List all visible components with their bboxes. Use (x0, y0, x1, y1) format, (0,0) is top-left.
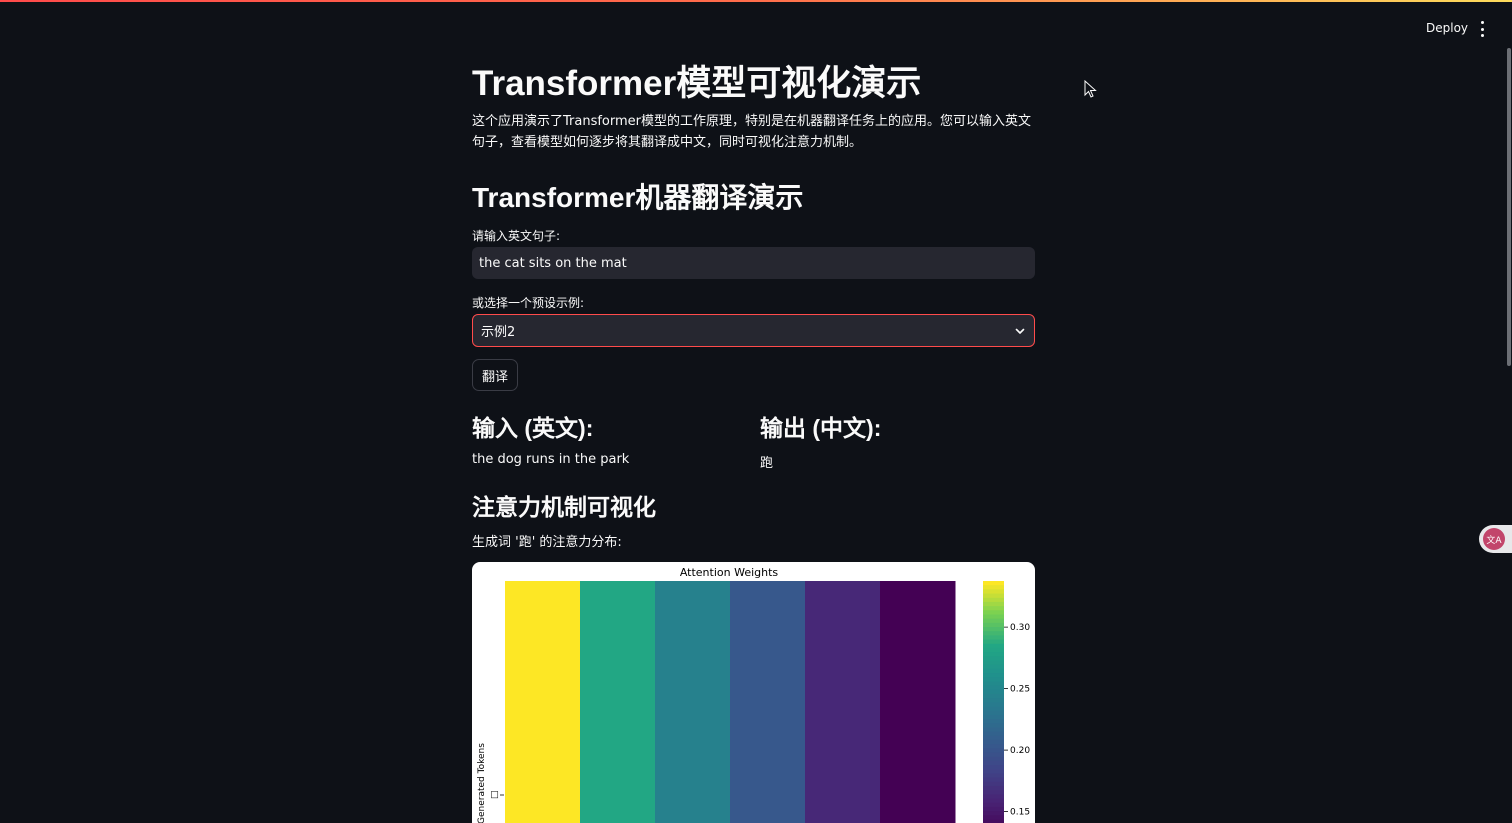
colorbar-segment (983, 660, 1004, 666)
colorbar-segment (983, 781, 1004, 787)
colorbar-segment (983, 606, 1004, 611)
colorbar-segment (983, 601, 1004, 607)
attention-caption: 生成词 '跑' 的注意力分布: (472, 535, 622, 550)
colorbar-tick-label: 0.30 (1010, 623, 1030, 633)
colorbar-segment (983, 627, 1004, 632)
output-heading: 输出 (中文): (760, 415, 882, 441)
colorbar-segment (983, 744, 1004, 749)
colorbar-segment (983, 585, 1004, 590)
colorbar-segment (983, 643, 1004, 649)
colorbar-segment (983, 760, 1004, 766)
colorbar-tick-label: 0.20 (1010, 746, 1030, 756)
app-header: Deploy (0, 0, 1512, 58)
colorbar-segment (983, 593, 1004, 599)
chart-title: Attention Weights (680, 566, 779, 579)
heatmap-cell (730, 581, 806, 823)
colorbar-segment (983, 727, 1004, 733)
mouse-cursor-icon (1084, 80, 1097, 98)
heatmap-cell (805, 581, 881, 823)
translate-button[interactable]: 翻译 (472, 359, 518, 391)
colorbar-segment (983, 735, 1004, 741)
colorbar-segment (983, 798, 1004, 804)
colorbar-segment (983, 698, 1004, 703)
colorbar-segment (983, 622, 1004, 628)
colorbar-segment (983, 748, 1004, 754)
heatmap-cell (505, 581, 581, 823)
output-sentence-text: 跑 (760, 456, 774, 471)
deploy-button[interactable]: Deploy (1418, 19, 1476, 37)
colorbar-segment (983, 668, 1004, 674)
input-sentence-text: the dog runs in the park (472, 452, 630, 467)
attention-heading: 注意力机制可视化 (472, 494, 656, 520)
colorbar-segment (983, 656, 1004, 662)
colorbar-segment (983, 702, 1004, 708)
colorbar-segment (983, 794, 1004, 800)
colorbar-segment (983, 681, 1004, 687)
colorbar-segment (983, 714, 1004, 720)
select-value: 示例2 (481, 325, 516, 340)
colorbar-segment (983, 811, 1004, 816)
scrollbar[interactable] (1506, 48, 1512, 823)
colorbar-segment (983, 815, 1004, 821)
colorbar-segment (983, 664, 1004, 670)
section-title: Transformer机器翻译演示 (472, 182, 804, 213)
sentence-input[interactable]: the cat sits on the mat (472, 247, 1035, 279)
colorbar-segment (983, 785, 1004, 791)
heatmap-cell (655, 581, 731, 823)
colorbar-segment (983, 610, 1004, 616)
colorbar-segment (983, 739, 1004, 745)
colorbar-segment (983, 673, 1004, 678)
scrollbar-thumb[interactable] (1507, 48, 1511, 366)
colorbar-segment (983, 752, 1004, 758)
colorbar-segment (983, 777, 1004, 783)
example-select[interactable]: 示例2 (472, 314, 1035, 347)
colorbar-segment (983, 589, 1004, 595)
colorbar-segment (983, 639, 1004, 645)
colorbar-segment (983, 710, 1004, 716)
colorbar-segment (983, 689, 1004, 695)
page-title: Transformer模型可视化演示 (472, 64, 922, 103)
colorbar-segment (983, 618, 1004, 624)
select-label: 或选择一个预设示例: (472, 296, 585, 310)
chart-y-axis-label: Generated Tokens (477, 743, 487, 823)
colorbar-segment (983, 773, 1004, 779)
heatmap-cell (880, 581, 956, 823)
colorbar-segment (983, 765, 1004, 770)
attention-heatmap-svg: Attention Weights 0.30 0.25 0.20 0.15 Gener… (477, 566, 1030, 823)
intro-text: 这个应用演示了Transformer模型的工作原理，特别是在机器翻译任务上的应用… (472, 114, 1032, 150)
colorbar-segment (983, 802, 1004, 808)
colorbar-segment (983, 581, 1004, 586)
colorbar-segment (983, 614, 1004, 620)
colorbar-segment (983, 652, 1004, 657)
colorbar-segment (983, 806, 1004, 812)
heatmap-cell (580, 581, 656, 823)
colorbar-segment (983, 706, 1004, 712)
attention-chart: Attention Weights 0.30 0.25 0.20 0.15 Gener… (472, 562, 1035, 823)
colorbar-segment (983, 723, 1004, 729)
colorbar-segment (983, 693, 1004, 699)
colorbar-segment (983, 769, 1004, 775)
colorbar-segment (983, 631, 1004, 636)
chart-y-tick-label: □ (490, 790, 500, 799)
colorbar-tick-label: 0.25 (1010, 685, 1030, 695)
colorbar-segment (983, 647, 1004, 653)
colorbar-segment (983, 685, 1004, 691)
colorbar-segment (983, 731, 1004, 737)
chevron-down-icon (1015, 328, 1025, 334)
colorbar-segment (983, 635, 1004, 641)
colorbar-tick-label: 0.15 (1010, 808, 1030, 818)
colorbar-segment (983, 756, 1004, 762)
input-label: 请输入英文句子: (472, 229, 561, 243)
colorbar-segment (983, 597, 1004, 603)
kebab-menu-icon[interactable] (1478, 21, 1486, 37)
colorbar-segment (983, 790, 1004, 795)
colorbar-segment (983, 677, 1004, 682)
input-heading: 输入 (英文): (472, 415, 594, 441)
translate-icon: 文A (1483, 528, 1505, 550)
colorbar-segment (983, 819, 1004, 823)
colorbar-segment (983, 719, 1004, 724)
floating-translate-button[interactable]: 文A (1479, 525, 1512, 553)
